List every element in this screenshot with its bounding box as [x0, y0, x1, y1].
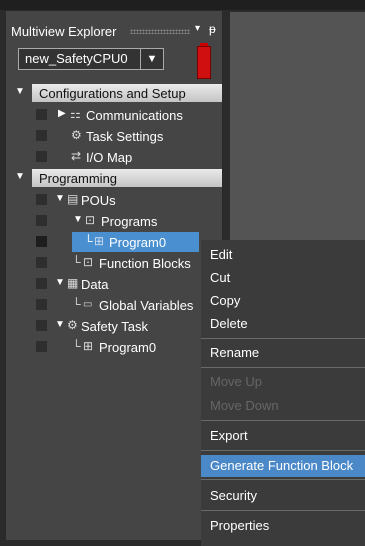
tree-branch-icon: └ — [84, 234, 93, 248]
expand-down-icon[interactable]: ▼ — [55, 193, 65, 204]
tree-item-task-settings[interactable]: ⚙ Task Settings — [6, 126, 222, 146]
device-selector-value: new_SafetyCPU0 — [25, 51, 128, 66]
checkbox[interactable] — [36, 341, 47, 352]
device-selector[interactable]: new_SafetyCPU0 ▼ — [18, 48, 164, 70]
expand-down-icon[interactable]: ▼ — [15, 86, 25, 97]
menu-item-copy[interactable]: Copy — [201, 290, 365, 312]
variables-icon: ▭ — [83, 299, 93, 310]
menu-item-label: Move Up — [210, 374, 263, 389]
data-table-icon: ▦ — [67, 276, 79, 290]
menu-item-export[interactable]: Export — [201, 425, 365, 447]
menu-item-rename[interactable]: Rename — [201, 342, 365, 364]
tree-item-label: Function Blocks — [99, 256, 191, 271]
tree-item-label: Safety Task — [81, 319, 148, 334]
task-settings-icon: ⚙ — [71, 128, 82, 142]
tree-item-label: Program0 — [99, 340, 157, 355]
menu-item-label: Export — [210, 428, 248, 443]
menu-item-label: Edit — [210, 247, 233, 262]
menu-item-generate-function-block[interactable]: Generate Function Block — [201, 455, 365, 477]
menu-item-properties[interactable]: Properties — [201, 515, 365, 537]
tree-item-pous[interactable]: ▼ ▤ POUs — [6, 190, 222, 210]
tree-item-label: Task Settings — [86, 129, 164, 144]
checkbox[interactable] — [36, 236, 47, 247]
tree-header-label: Programming — [39, 171, 118, 186]
checkbox[interactable] — [36, 194, 47, 205]
expand-right-icon[interactable]: ▶ — [58, 108, 66, 119]
programs-icon: ⊡ — [85, 213, 96, 227]
menu-item-delete[interactable]: Delete — [201, 313, 365, 335]
menu-separator — [201, 367, 365, 368]
tree-header-programming[interactable]: ▼ Programming — [6, 168, 222, 188]
top-strip — [0, 0, 365, 10]
menu-separator — [201, 479, 365, 480]
checkbox[interactable] — [36, 257, 47, 268]
tree-item-label: Communications — [86, 108, 183, 123]
tree-header-configurations[interactable]: ▼ Configurations and Setup — [6, 83, 222, 103]
menu-item-move-down: Move Down — [201, 395, 365, 417]
checkbox[interactable] — [36, 130, 47, 141]
menu-item-cut[interactable]: Cut — [201, 267, 365, 289]
tree-branch-icon: └ — [72, 255, 81, 269]
menu-separator — [201, 338, 365, 339]
menu-item-label: Move Down — [210, 398, 279, 413]
expand-down-icon[interactable]: ▼ — [15, 171, 25, 182]
program-icon: ⊞ — [94, 234, 105, 248]
tree-branch-icon: └ — [72, 297, 81, 311]
menu-item-label: Properties — [210, 518, 270, 533]
expand-down-icon[interactable]: ▼ — [55, 319, 65, 330]
controller-status-icon — [197, 43, 211, 79]
tree-item-communications[interactable]: ▶ ⚏ Communications — [6, 105, 222, 125]
tree-item-label: Global Variables — [99, 298, 194, 313]
pous-icon: ▤ — [67, 192, 79, 206]
checkbox[interactable] — [36, 109, 47, 120]
io-map-icon: ⇄ — [71, 149, 82, 163]
panel-title: Multiview Explorer — [11, 24, 117, 39]
tree-item-io-map[interactable]: ⇄ I/O Map — [6, 147, 222, 167]
checkbox[interactable] — [36, 278, 47, 289]
communications-icon: ⚏ — [70, 107, 81, 121]
chevron-down-icon[interactable]: ▼ — [140, 49, 163, 69]
expand-down-icon[interactable]: ▼ — [73, 214, 83, 225]
menu-item-move-up: Move Up — [201, 371, 365, 393]
menu-separator — [201, 450, 365, 451]
expand-down-icon[interactable]: ▼ — [55, 277, 65, 288]
menu-item-security[interactable]: Security — [201, 485, 365, 507]
program-icon: ⊞ — [83, 339, 94, 353]
menu-item-label: Cut — [210, 270, 231, 285]
menu-separator — [201, 510, 365, 511]
tree-item-data[interactable]: ▼ ▦ Data — [6, 274, 222, 294]
tree-item-function-blocks[interactable]: └ ⊡ Function Blocks — [6, 253, 222, 273]
tree-item-label: Data — [81, 277, 109, 292]
checkbox[interactable] — [36, 320, 47, 331]
tree-item-program0[interactable]: └ ⊞ Program0 — [6, 232, 222, 252]
tree-item-programs[interactable]: ▼ ⊡ Programs — [6, 211, 222, 231]
multiview-explorer-panel: Multiview Explorer ▾ ᵽ new_SafetyCPU0 ▼ … — [5, 10, 223, 541]
menu-item-label: Security — [210, 488, 257, 503]
menu-item-edit[interactable]: Edit — [201, 244, 365, 266]
pin-icon[interactable]: ᵽ — [209, 22, 216, 36]
menu-item-label: Delete — [210, 316, 248, 331]
menu-item-label: Copy — [210, 293, 241, 308]
menu-separator — [201, 420, 365, 421]
panel-menu-icon[interactable]: ▾ — [195, 23, 200, 34]
checkbox[interactable] — [36, 151, 47, 162]
safety-task-icon: ⚙ — [67, 318, 78, 332]
panel-drag-grip[interactable] — [130, 29, 190, 34]
tree-item-label: I/O Map — [86, 150, 133, 165]
tree-item-global-variables[interactable]: └ ▭ Global Variables — [6, 295, 222, 315]
panel-titlebar: Multiview Explorer ▾ ᵽ — [6, 21, 222, 43]
tree-item-label: POUs — [81, 193, 116, 208]
context-menu: Edit Cut Copy Delete Rename Move Up Move… — [201, 240, 365, 546]
tree-item-safety-program0[interactable]: └ ⊞ Program0 — [6, 337, 222, 357]
tree-item-label: Program0 — [109, 235, 167, 250]
checkbox[interactable] — [36, 299, 47, 310]
tree-branch-icon: └ — [72, 339, 81, 353]
tree-item-label: Programs — [101, 214, 158, 229]
menu-item-label: Rename — [210, 345, 260, 360]
tree-header-label: Configurations and Setup — [39, 86, 186, 101]
function-block-icon: ⊡ — [83, 255, 94, 269]
tree-item-safety-task[interactable]: ▼ ⚙ Safety Task — [6, 316, 222, 336]
menu-item-label: Generate Function Block — [210, 458, 354, 473]
checkbox[interactable] — [36, 215, 47, 226]
